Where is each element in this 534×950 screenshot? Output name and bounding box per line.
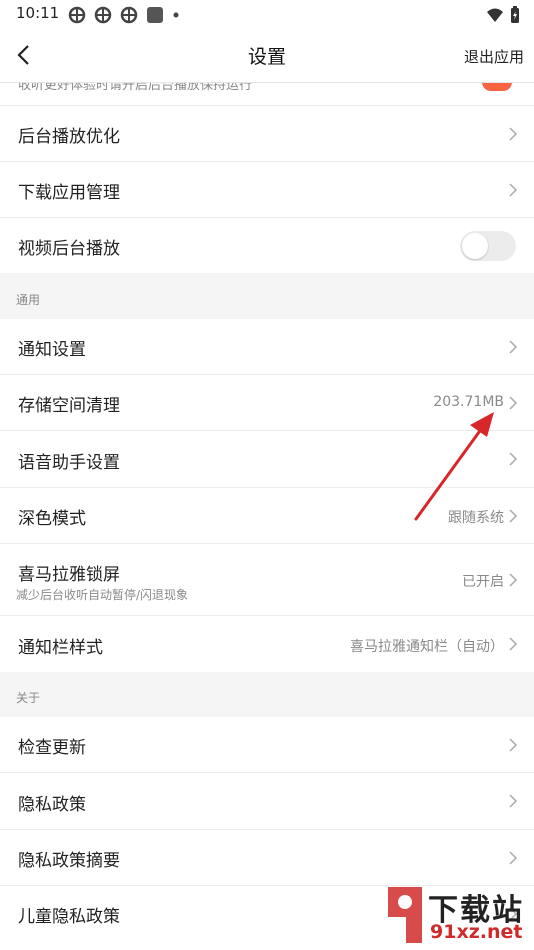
chevron-right-icon [509, 340, 518, 354]
more-dot-icon [173, 12, 179, 18]
status-time: 10:11 [16, 4, 60, 22]
section-header-general: 通用 [0, 274, 534, 318]
system-icons [486, 6, 520, 24]
row-label: 语音助手设置 [18, 453, 120, 473]
app-notification-icon [120, 6, 138, 24]
row-notification-settings[interactable]: 通知设置 [0, 319, 534, 375]
chevron-right-icon [509, 396, 518, 410]
row-label: 深色模式 [18, 509, 86, 529]
row-label: 儿童隐私政策 [18, 907, 120, 927]
row-label: 下载应用管理 [18, 183, 120, 203]
notification-style-value: 喜马拉雅通知栏（自动） [350, 639, 504, 655]
notification-icons [68, 6, 180, 24]
chevron-right-icon [509, 738, 518, 752]
row-label: 通知栏样式 [18, 638, 103, 658]
lock-screen-value: 已开启 [462, 574, 504, 590]
row-label: 通知设置 [18, 340, 86, 360]
row-label: 视频后台播放 [18, 239, 120, 259]
row-voice-assistant[interactable]: 语音助手设置 [0, 431, 534, 488]
row-dark-mode[interactable]: 深色模式 跟随系统 [0, 488, 534, 544]
chevron-right-icon [509, 509, 518, 523]
app-notification-icon [94, 6, 112, 24]
row-storage-cleanup[interactable]: 存储空间清理 203.71MB [0, 375, 534, 431]
status-bar: 10:11 [0, 0, 534, 28]
toggle-switch-on[interactable] [482, 83, 512, 91]
chevron-right-icon [509, 573, 518, 587]
video-background-toggle[interactable] [460, 231, 516, 261]
partial-row-text: 收听更好体验时请开启后台播放保持运行 [18, 83, 253, 93]
row-sublabel: 减少后台收听自动暂停/闪退现象 [16, 588, 189, 602]
storage-size-value: 203.71MB [433, 394, 504, 410]
section-label: 通用 [16, 293, 41, 307]
watermark-url: 91xz.net [430, 921, 523, 943]
chevron-right-icon [509, 127, 518, 141]
dark-mode-value: 跟随系统 [448, 510, 504, 526]
watermark-mark-icon [388, 887, 422, 943]
page-title: 设置 [247, 46, 286, 68]
row-privacy-policy[interactable]: 隐私政策 [0, 773, 534, 830]
toggle-knob [462, 233, 488, 259]
chevron-right-icon [509, 794, 518, 808]
watermark-logo: 下载站 91xz.net [382, 883, 534, 950]
row-video-background-play: 视频后台播放 [0, 218, 534, 273]
wifi-icon [487, 8, 503, 22]
row-label: 喜马拉雅锁屏 [18, 565, 120, 585]
row-label: 存储空间清理 [18, 396, 120, 416]
row-label: 隐私政策摘要 [18, 851, 120, 871]
app-header: 设置 退出应用 [0, 28, 534, 83]
row-notification-bar-style[interactable]: 通知栏样式 喜马拉雅通知栏（自动） [0, 616, 534, 672]
row-check-update[interactable]: 检查更新 [0, 717, 534, 773]
section-label: 关于 [16, 691, 41, 705]
row-privacy-summary[interactable]: 隐私政策摘要 [0, 830, 534, 886]
app-notification-icon [68, 6, 86, 24]
exit-app-button[interactable]: 退出应用 [464, 46, 524, 67]
row-lock-screen[interactable]: 喜马拉雅锁屏 减少后台收听自动暂停/闪退现象 已开启 [0, 544, 534, 616]
row-background-play-optimize[interactable]: 后台播放优化 [0, 106, 534, 162]
chevron-right-icon [509, 851, 518, 865]
chevron-right-icon [509, 637, 518, 651]
chevron-right-icon [509, 452, 518, 466]
section-header-about: 关于 [0, 672, 534, 716]
row-label: 后台播放优化 [18, 127, 120, 147]
square-app-icon [147, 7, 163, 23]
row-label: 检查更新 [18, 738, 86, 758]
battery-icon [511, 6, 519, 23]
row-download-app-manage[interactable]: 下载应用管理 [0, 162, 534, 218]
partial-setting-row[interactable]: 收听更好体验时请开启后台播放保持运行 [0, 83, 534, 106]
chevron-right-icon [509, 183, 518, 197]
row-label: 隐私政策 [18, 795, 86, 815]
